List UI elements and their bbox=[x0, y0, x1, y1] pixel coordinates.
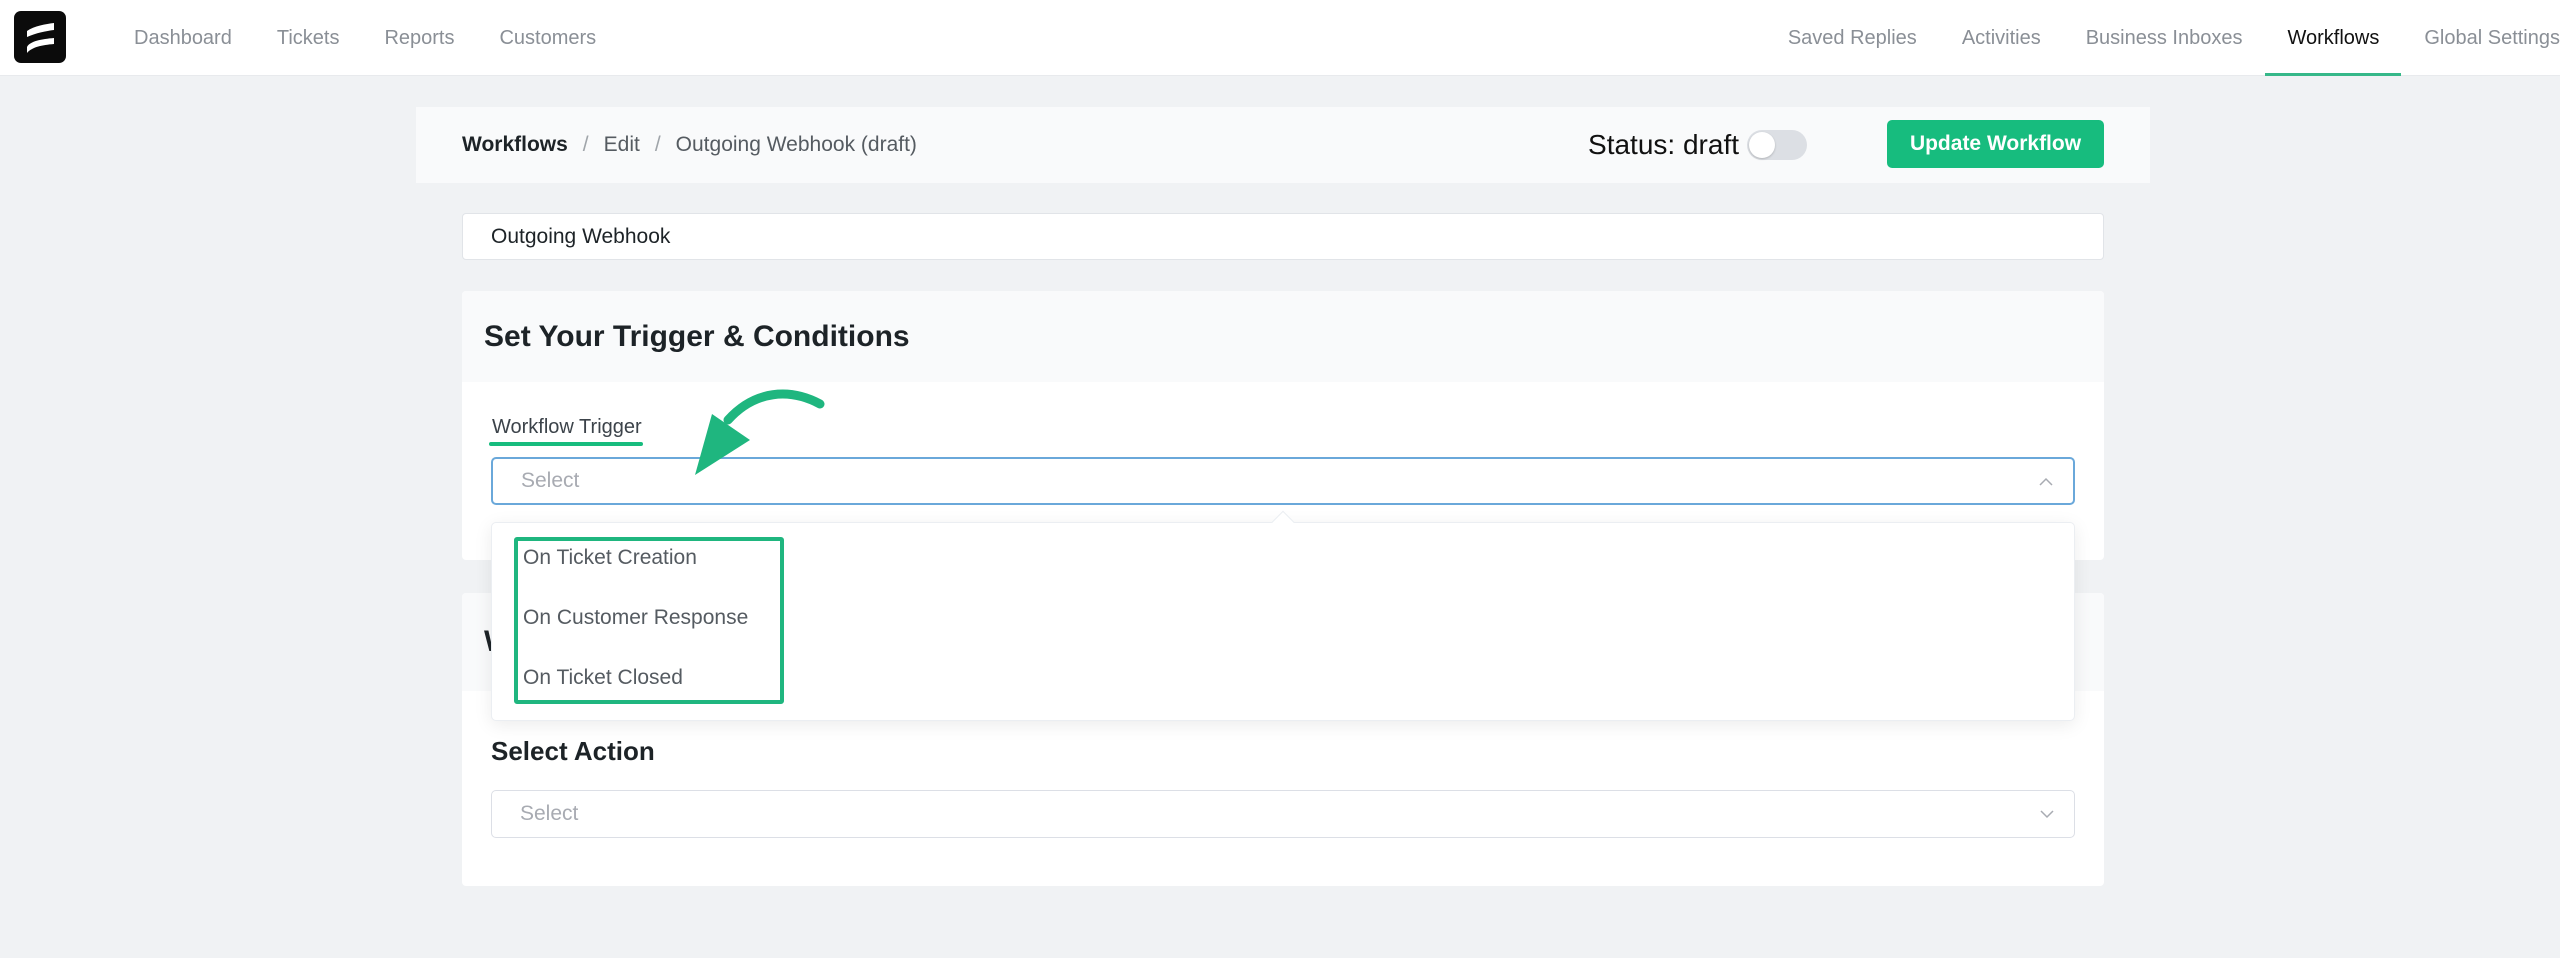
nav-item-global-settings[interactable]: Global Settings bbox=[2424, 0, 2560, 76]
select-action-select[interactable]: Select bbox=[491, 790, 2075, 838]
nav-item-reports[interactable]: Reports bbox=[384, 0, 454, 76]
dropdown-option-ticket-closed[interactable]: On Ticket Closed bbox=[523, 666, 683, 690]
breadcrumb-separator: / bbox=[654, 133, 661, 156]
update-workflow-button[interactable]: Update Workflow bbox=[1887, 120, 2104, 168]
app-logo-icon[interactable] bbox=[14, 11, 66, 63]
nav-right: Saved Replies Activities Business Inboxe… bbox=[1743, 0, 2560, 76]
workflow-trigger-select[interactable]: Select bbox=[491, 457, 2075, 505]
chevron-down-icon bbox=[2040, 810, 2054, 819]
dropdown-option-customer-response[interactable]: On Customer Response bbox=[523, 606, 748, 630]
breadcrumb-workflows-link[interactable]: Workflows bbox=[462, 133, 568, 157]
page-header: Workflows / Edit / Outgoing Webhook (dra… bbox=[416, 107, 2150, 183]
nav-item-activities[interactable]: Activities bbox=[1962, 0, 2041, 76]
top-navbar: Dashboard Tickets Reports Customers Save… bbox=[0, 0, 2560, 76]
select-placeholder: Select bbox=[521, 469, 580, 492]
nav-left: Dashboard Tickets Reports Customers bbox=[134, 0, 641, 76]
annotation-underline bbox=[489, 442, 643, 446]
status-toggle[interactable] bbox=[1747, 130, 1807, 160]
dropdown-option-ticket-creation[interactable]: On Ticket Creation bbox=[523, 546, 697, 570]
nav-item-tickets[interactable]: Tickets bbox=[277, 0, 340, 76]
nav-item-workflows[interactable]: Workflows bbox=[2265, 0, 2402, 76]
nav-item-dashboard[interactable]: Dashboard bbox=[134, 0, 232, 76]
breadcrumb-separator: / bbox=[582, 133, 589, 156]
toggle-knob bbox=[1749, 132, 1775, 158]
workflow-trigger-label: Workflow Trigger bbox=[492, 416, 642, 438]
select-placeholder: Select bbox=[520, 802, 579, 825]
nav-item-saved-replies[interactable]: Saved Replies bbox=[1788, 0, 1917, 76]
status-control: Status: draft bbox=[1588, 107, 1807, 183]
select-action-label: Select Action bbox=[491, 736, 655, 766]
section-title: Set Your Trigger & Conditions bbox=[484, 319, 910, 353]
chevron-up-icon bbox=[2039, 477, 2053, 486]
breadcrumb-current: Outgoing Webhook (draft) bbox=[675, 133, 917, 156]
card-header: Set Your Trigger & Conditions bbox=[462, 291, 2104, 382]
breadcrumb: Workflows / Edit / Outgoing Webhook (dra… bbox=[462, 107, 917, 183]
breadcrumb-edit: Edit bbox=[603, 133, 640, 156]
nav-item-customers[interactable]: Customers bbox=[499, 0, 596, 76]
trigger-dropdown-menu: On Ticket Creation On Customer Response … bbox=[491, 510, 2075, 721]
status-label: Status: draft bbox=[1588, 129, 1739, 160]
nav-item-business-inboxes[interactable]: Business Inboxes bbox=[2086, 0, 2243, 76]
workflow-name-input[interactable] bbox=[462, 213, 2104, 260]
